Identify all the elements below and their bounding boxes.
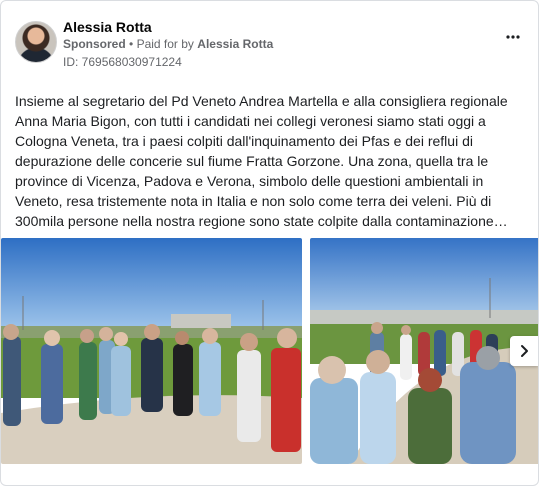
ad-header: Alessia Rotta Sponsored • Paid for by Al… <box>15 19 525 73</box>
ad-body-text: Insieme al segretario del Pd Veneto Andr… <box>15 93 508 229</box>
sponsored-label: Sponsored <box>63 37 126 51</box>
more-dots-glyph <box>506 35 520 39</box>
group-outdoor-photo-1[interactable] <box>1 238 302 464</box>
avatar[interactable] <box>15 21 57 63</box>
paid-for-by-label: Paid for by <box>136 37 194 51</box>
photo-carousel <box>1 238 538 464</box>
ad-card: Alessia Rotta Sponsored • Paid for by Al… <box>0 0 539 486</box>
sponsored-line: Sponsored • Paid for by Alessia Rotta <box>63 37 273 51</box>
paid-for-by-name[interactable]: Alessia Rotta <box>197 37 273 51</box>
ad-id: ID: 769568030971224 <box>63 55 182 69</box>
advertiser-name[interactable]: Alessia Rotta <box>63 19 152 35</box>
meta-separator: • <box>129 37 134 51</box>
more-dots-icon[interactable] <box>501 29 525 49</box>
group-outdoor-photo-2[interactable] <box>310 238 538 464</box>
carousel-next-button[interactable] <box>510 336 538 366</box>
chevron-right-icon <box>521 345 528 357</box>
